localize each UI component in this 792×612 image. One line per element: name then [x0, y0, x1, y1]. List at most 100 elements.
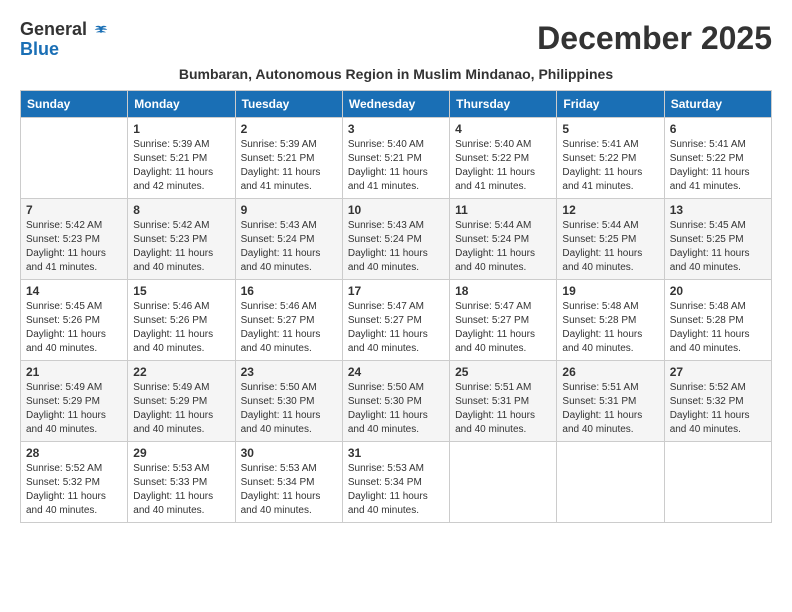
- day-info: Sunrise: 5:50 AM Sunset: 5:30 PM Dayligh…: [348, 381, 444, 437]
- day-number: 14: [26, 284, 122, 298]
- calendar-header-sunday: Sunday: [21, 90, 128, 117]
- day-info: Sunrise: 5:46 AM Sunset: 5:26 PM Dayligh…: [133, 300, 229, 356]
- day-number: 31: [348, 446, 444, 460]
- day-info: Sunrise: 5:52 AM Sunset: 5:32 PM Dayligh…: [670, 381, 766, 437]
- day-number: 24: [348, 365, 444, 379]
- day-info: Sunrise: 5:46 AM Sunset: 5:27 PM Dayligh…: [241, 300, 337, 356]
- calendar-cell: 25Sunrise: 5:51 AM Sunset: 5:31 PM Dayli…: [450, 360, 557, 441]
- day-info: Sunrise: 5:48 AM Sunset: 5:28 PM Dayligh…: [562, 300, 658, 356]
- logo-blue-text: Blue: [20, 40, 59, 60]
- calendar-cell: 8Sunrise: 5:42 AM Sunset: 5:23 PM Daylig…: [128, 198, 235, 279]
- day-info: Sunrise: 5:53 AM Sunset: 5:33 PM Dayligh…: [133, 462, 229, 518]
- day-number: 23: [241, 365, 337, 379]
- calendar-cell: 21Sunrise: 5:49 AM Sunset: 5:29 PM Dayli…: [21, 360, 128, 441]
- calendar-header-thursday: Thursday: [450, 90, 557, 117]
- day-number: 17: [348, 284, 444, 298]
- day-info: Sunrise: 5:53 AM Sunset: 5:34 PM Dayligh…: [348, 462, 444, 518]
- calendar-week-row: 14 Sunrise: 5:45 AM Sunset: 5:26 PM Dayli…: [21, 279, 772, 360]
- calendar-cell: 30 Sunrise: 5:53 AM Sunset: 5:34 PM Dayli…: [235, 441, 342, 522]
- calendar-cell: 7 Sunrise: 5:42 AM Sunset: 5:23 PM Daylig…: [21, 198, 128, 279]
- logo-general-text: General: [20, 19, 87, 39]
- calendar-cell: [450, 441, 557, 522]
- calendar-cell: [21, 117, 128, 198]
- day-number: 3: [348, 122, 444, 136]
- day-number: 2: [241, 122, 337, 136]
- calendar-week-row: 28Sunrise: 5:52 AM Sunset: 5:32 PM Dayli…: [21, 441, 772, 522]
- month-title: December 2025: [537, 20, 772, 57]
- calendar-cell: 27 Sunrise: 5:52 AM Sunset: 5:32 PM Dayli…: [664, 360, 771, 441]
- calendar-cell: 19 Sunrise: 5:48 AM Sunset: 5:28 PM Dayli…: [557, 279, 664, 360]
- day-info: Sunrise: 5:40 AM Sunset: 5:21 PM Dayligh…: [348, 138, 444, 194]
- day-number: 25: [455, 365, 551, 379]
- calendar-cell: [664, 441, 771, 522]
- calendar-cell: 9 Sunrise: 5:43 AM Sunset: 5:24 PM Daylig…: [235, 198, 342, 279]
- day-number: 9: [241, 203, 337, 217]
- calendar-cell: 23 Sunrise: 5:50 AM Sunset: 5:30 PM Dayli…: [235, 360, 342, 441]
- day-number: 5: [562, 122, 658, 136]
- day-number: 22: [133, 365, 229, 379]
- calendar-header-friday: Friday: [557, 90, 664, 117]
- day-info: Sunrise: 5:43 AM Sunset: 5:24 PM Dayligh…: [241, 219, 337, 275]
- calendar-header-monday: Monday: [128, 90, 235, 117]
- calendar-header-wednesday: Wednesday: [342, 90, 449, 117]
- day-number: 8: [133, 203, 229, 217]
- calendar-header-saturday: Saturday: [664, 90, 771, 117]
- day-info: Sunrise: 5:43 AM Sunset: 5:24 PM Dayligh…: [348, 219, 444, 275]
- calendar-week-row: 7 Sunrise: 5:42 AM Sunset: 5:23 PM Daylig…: [21, 198, 772, 279]
- day-info: Sunrise: 5:40 AM Sunset: 5:22 PM Dayligh…: [455, 138, 551, 194]
- calendar-cell: 16 Sunrise: 5:46 AM Sunset: 5:27 PM Dayli…: [235, 279, 342, 360]
- day-number: 13: [670, 203, 766, 217]
- day-number: 30: [241, 446, 337, 460]
- day-info: Sunrise: 5:44 AM Sunset: 5:25 PM Dayligh…: [562, 219, 658, 275]
- calendar-cell: 12Sunrise: 5:44 AM Sunset: 5:25 PM Dayli…: [557, 198, 664, 279]
- day-info: Sunrise: 5:50 AM Sunset: 5:30 PM Dayligh…: [241, 381, 337, 437]
- day-number: 11: [455, 203, 551, 217]
- day-info: Sunrise: 5:44 AM Sunset: 5:24 PM Dayligh…: [455, 219, 551, 275]
- day-info: Sunrise: 5:45 AM Sunset: 5:25 PM Dayligh…: [670, 219, 766, 275]
- day-number: 21: [26, 365, 122, 379]
- day-info: Sunrise: 5:42 AM Sunset: 5:23 PM Dayligh…: [26, 219, 122, 275]
- calendar-week-row: 21Sunrise: 5:49 AM Sunset: 5:29 PM Dayli…: [21, 360, 772, 441]
- day-number: 18: [455, 284, 551, 298]
- calendar-header-row: SundayMondayTuesdayWednesdayThursdayFrid…: [21, 90, 772, 117]
- day-number: 7: [26, 203, 122, 217]
- day-number: 20: [670, 284, 766, 298]
- day-info: Sunrise: 5:51 AM Sunset: 5:31 PM Dayligh…: [562, 381, 658, 437]
- calendar-cell: 13 Sunrise: 5:45 AM Sunset: 5:25 PM Dayli…: [664, 198, 771, 279]
- day-info: Sunrise: 5:39 AM Sunset: 5:21 PM Dayligh…: [241, 138, 337, 194]
- calendar-cell: 24 Sunrise: 5:50 AM Sunset: 5:30 PM Dayli…: [342, 360, 449, 441]
- day-number: 6: [670, 122, 766, 136]
- day-number: 28: [26, 446, 122, 460]
- calendar-cell: 10 Sunrise: 5:43 AM Sunset: 5:24 PM Dayli…: [342, 198, 449, 279]
- day-number: 26: [562, 365, 658, 379]
- calendar-cell: 2 Sunrise: 5:39 AM Sunset: 5:21 PM Daylig…: [235, 117, 342, 198]
- calendar-week-row: 1 Sunrise: 5:39 AM Sunset: 5:21 PM Daylig…: [21, 117, 772, 198]
- day-info: Sunrise: 5:41 AM Sunset: 5:22 PM Dayligh…: [670, 138, 766, 194]
- calendar-cell: 14 Sunrise: 5:45 AM Sunset: 5:26 PM Dayli…: [21, 279, 128, 360]
- day-number: 10: [348, 203, 444, 217]
- day-info: Sunrise: 5:53 AM Sunset: 5:34 PM Dayligh…: [241, 462, 337, 518]
- calendar-cell: 28Sunrise: 5:52 AM Sunset: 5:32 PM Dayli…: [21, 441, 128, 522]
- day-number: 15: [133, 284, 229, 298]
- day-info: Sunrise: 5:47 AM Sunset: 5:27 PM Dayligh…: [348, 300, 444, 356]
- calendar-cell: 1 Sunrise: 5:39 AM Sunset: 5:21 PM Daylig…: [128, 117, 235, 198]
- day-info: Sunrise: 5:41 AM Sunset: 5:22 PM Dayligh…: [562, 138, 658, 194]
- calendar-cell: 18 Sunrise: 5:47 AM Sunset: 5:27 PM Dayli…: [450, 279, 557, 360]
- day-number: 16: [241, 284, 337, 298]
- day-number: 1: [133, 122, 229, 136]
- day-number: 27: [670, 365, 766, 379]
- calendar-cell: 29Sunrise: 5:53 AM Sunset: 5:33 PM Dayli…: [128, 441, 235, 522]
- day-info: Sunrise: 5:47 AM Sunset: 5:27 PM Dayligh…: [455, 300, 551, 356]
- day-info: Sunrise: 5:48 AM Sunset: 5:28 PM Dayligh…: [670, 300, 766, 356]
- day-number: 4: [455, 122, 551, 136]
- day-info: Sunrise: 5:39 AM Sunset: 5:21 PM Dayligh…: [133, 138, 229, 194]
- calendar-cell: 3 Sunrise: 5:40 AM Sunset: 5:21 PM Daylig…: [342, 117, 449, 198]
- calendar-header-tuesday: Tuesday: [235, 90, 342, 117]
- calendar-cell: 15 Sunrise: 5:46 AM Sunset: 5:26 PM Dayli…: [128, 279, 235, 360]
- day-info: Sunrise: 5:45 AM Sunset: 5:26 PM Dayligh…: [26, 300, 122, 356]
- day-number: 19: [562, 284, 658, 298]
- calendar-cell: 22Sunrise: 5:49 AM Sunset: 5:29 PM Dayli…: [128, 360, 235, 441]
- subtitle: Bumbaran, Autonomous Region in Muslim Mi…: [20, 66, 772, 82]
- logo-bird-icon: [94, 24, 108, 38]
- calendar-cell: 11 Sunrise: 5:44 AM Sunset: 5:24 PM Dayli…: [450, 198, 557, 279]
